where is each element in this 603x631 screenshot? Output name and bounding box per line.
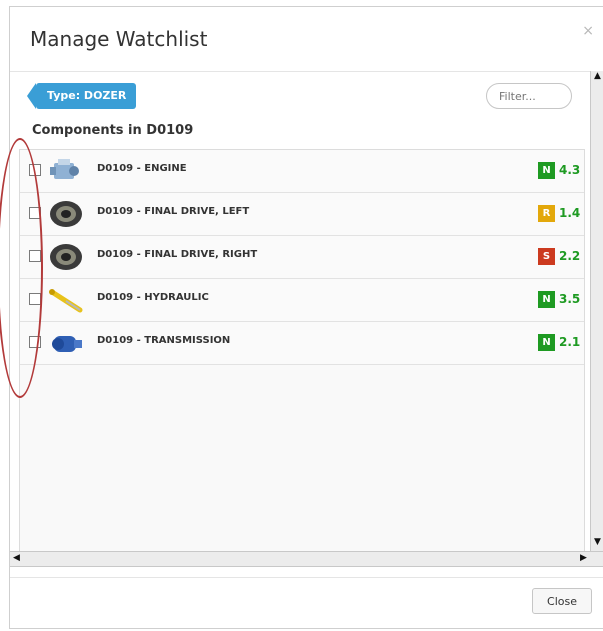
engine-icon — [50, 159, 79, 179]
modal-title: Manage Watchlist — [30, 27, 208, 51]
component-label: D0109 - TRANSMISSION — [97, 335, 231, 346]
final-drive-icon — [50, 244, 82, 270]
component-label: D0109 - HYDRAULIC — [97, 292, 209, 303]
list-item[interactable]: D0109 - HYDRAULIC N 3.5 — [20, 279, 584, 322]
transmission-icon — [52, 336, 82, 352]
status-badge: S — [538, 248, 555, 265]
status-badge: N — [538, 162, 555, 179]
component-label: D0109 - FINAL DRIVE, LEFT — [97, 206, 250, 217]
status-badge: N — [538, 334, 555, 351]
component-list: D0109 - ENGINE N 4.3 D0109 - FINAL DRIVE… — [19, 149, 585, 563]
list-item[interactable]: D0109 - TRANSMISSION N 2.1 — [20, 322, 584, 365]
component-label: D0109 - FINAL DRIVE, RIGHT — [97, 249, 258, 260]
component-score: 2.2 — [559, 249, 581, 263]
section-title: Components in D0109 — [32, 123, 194, 138]
vertical-scrollbar[interactable]: ▲ ▼ — [590, 71, 603, 551]
list-item[interactable]: D0109 - FINAL DRIVE, LEFT R 1.4 — [20, 193, 584, 236]
component-score: 1.4 — [559, 206, 581, 220]
modal-header: Manage Watchlist × — [10, 7, 603, 72]
hydraulic-cylinder-icon — [49, 289, 83, 313]
component-score: 3.5 — [559, 292, 581, 306]
scroll-up-arrow-icon[interactable]: ▲ — [594, 71, 601, 81]
final-drive-icon — [50, 201, 82, 227]
type-filter-tag-label: Type: DOZER — [47, 89, 127, 102]
manage-watchlist-modal: Manage Watchlist × Type: DOZER Component… — [9, 6, 603, 629]
component-score: 4.3 — [559, 163, 581, 177]
component-label: D0109 - ENGINE — [97, 163, 187, 174]
list-item[interactable]: D0109 - FINAL DRIVE, RIGHT S 2.2 — [20, 236, 584, 279]
horizontal-scrollbar[interactable]: ◀ ▶ — [10, 551, 603, 567]
modal-footer: Close — [10, 577, 603, 631]
close-icon[interactable]: × — [582, 23, 594, 39]
status-badge: N — [538, 291, 555, 308]
status-badge: R — [538, 205, 555, 222]
modal-body: Type: DOZER Components in D0109 D0109 - … — [10, 71, 603, 577]
type-filter-tag[interactable]: Type: DOZER — [27, 83, 136, 109]
scroll-left-arrow-icon[interactable]: ◀ — [13, 553, 20, 563]
component-score: 2.1 — [559, 335, 581, 349]
filter-input[interactable] — [486, 83, 572, 109]
close-button[interactable]: Close — [532, 588, 592, 614]
scroll-down-arrow-icon[interactable]: ▼ — [594, 537, 601, 547]
scroll-right-arrow-icon[interactable]: ▶ — [580, 553, 587, 563]
list-item[interactable]: D0109 - ENGINE N 4.3 — [20, 150, 584, 193]
